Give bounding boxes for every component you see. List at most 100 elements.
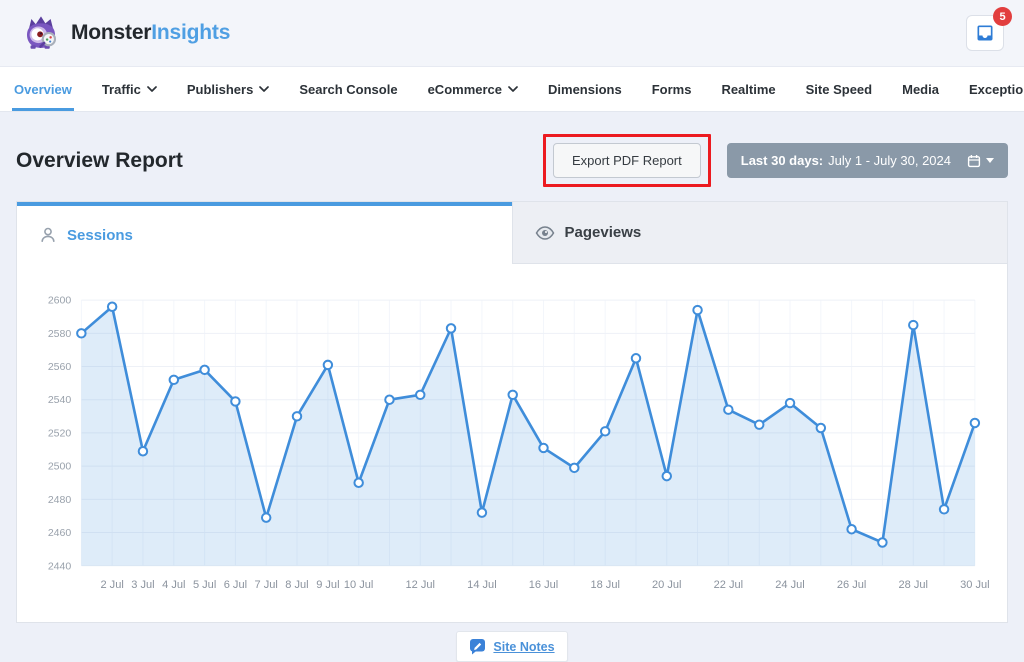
data-point-marker[interactable] [786,399,794,407]
overview-report-card: Sessions Pageviews 244024602480250025202… [16,201,1008,623]
data-point-marker[interactable] [478,508,486,516]
date-range-picker[interactable]: Last 30 days: July 1 - July 30, 2024 [727,143,1008,178]
y-axis-tick: 2540 [48,394,72,406]
x-axis-tick: 30 Jul [960,579,989,591]
data-point-marker[interactable] [909,321,917,329]
site-notes-row: Site Notes [16,631,1008,662]
x-axis-tick: 4 Jul [162,579,185,591]
nav-item-label: Publishers [187,82,253,97]
data-point-marker[interactable] [416,391,424,399]
chevron-down-icon [259,86,269,92]
data-point-marker[interactable] [385,396,393,404]
nav-item-forms[interactable]: Forms [652,67,692,111]
brand-monster: Monster [71,21,151,44]
nav-item-publishers[interactable]: Publishers [187,67,269,111]
data-point-marker[interactable] [693,306,701,314]
x-axis-tick: 22 Jul [714,579,743,591]
site-notes-label: Site Notes [493,640,554,654]
x-axis-tick: 20 Jul [652,579,681,591]
data-point-marker[interactable] [601,427,609,435]
data-point-marker[interactable] [108,303,116,311]
data-point-marker[interactable] [447,324,455,332]
data-point-marker[interactable] [817,424,825,432]
x-axis-tick: 5 Jul [193,579,216,591]
x-axis-tick: 9 Jul [316,579,339,591]
data-point-marker[interactable] [940,505,948,513]
data-point-marker[interactable] [632,354,640,362]
date-picker-controls [967,154,994,168]
data-point-marker[interactable] [354,479,362,487]
data-point-marker[interactable] [231,397,239,405]
nav-item-exceptions[interactable]: Exceptions [969,67,1024,111]
x-axis-tick: 12 Jul [406,579,435,591]
data-point-marker[interactable] [663,472,671,480]
data-point-marker[interactable] [77,329,85,337]
data-point-marker[interactable] [139,447,147,455]
nav-item-label: Forms [652,82,692,97]
data-point-marker[interactable] [293,412,301,420]
report-heading-row: Overview Report Export PDF Report Last 3… [16,134,1008,187]
x-axis-tick: 28 Jul [899,579,928,591]
main-nav: Overview Traffic Publishers Search Console e… [0,66,1024,112]
data-point-marker[interactable] [539,444,547,452]
chart-area-fill [81,307,975,566]
y-axis-tick: 2560 [48,361,72,373]
data-point-marker[interactable] [324,361,332,369]
page-title: Overview Report [16,149,183,173]
tab-sessions[interactable]: Sessions [17,202,512,264]
x-axis-tick: 8 Jul [285,579,308,591]
tab-pageviews[interactable]: Pageviews [512,202,1008,264]
data-point-marker[interactable] [570,464,578,472]
date-range-label: Last 30 days: [741,153,823,168]
notification-badge: 5 [993,7,1012,26]
metric-tabs: Sessions Pageviews [17,202,1007,264]
x-axis-tick: 18 Jul [590,579,619,591]
person-icon [39,226,57,244]
monsterinsights-logo [20,12,62,54]
x-axis-tick: 14 Jul [467,579,496,591]
pencil-note-icon [469,638,486,655]
site-notes-button[interactable]: Site Notes [456,631,567,662]
nav-item-label: Exceptions [969,82,1024,97]
y-axis-tick: 2520 [48,427,72,439]
inbox-icon [975,23,995,43]
chevron-down-icon [147,86,157,92]
eye-icon [535,226,555,240]
nav-item-ecommerce[interactable]: eCommerce [428,67,518,111]
app-header: MonsterInsights 5 [0,0,1024,66]
nav-item-site-speed[interactable]: Site Speed [806,67,872,111]
nav-item-overview[interactable]: Overview [14,67,72,111]
nav-item-label: Search Console [299,82,397,97]
nav-item-media[interactable]: Media [902,67,939,111]
data-point-marker[interactable] [170,376,178,384]
data-point-marker[interactable] [200,366,208,374]
x-axis-tick: 3 Jul [131,579,154,591]
y-axis-tick: 2500 [48,461,72,473]
nav-item-label: Traffic [102,82,141,97]
x-axis-tick: 2 Jul [100,579,123,591]
data-point-marker[interactable] [724,405,732,413]
data-point-marker[interactable] [508,391,516,399]
export-pdf-button[interactable]: Export PDF Report [553,143,701,178]
brand: MonsterInsights [20,12,230,54]
nav-item-label: Media [902,82,939,97]
chevron-down-icon [508,86,518,92]
x-axis-tick: 24 Jul [775,579,804,591]
notifications-button[interactable]: 5 [966,15,1004,51]
data-point-marker[interactable] [971,419,979,427]
sessions-line-chart[interactable]: 2440246024802500252025402560258026002 Ju… [27,282,993,616]
data-point-marker[interactable] [755,420,763,428]
x-axis-tick: 6 Jul [224,579,247,591]
nav-item-realtime[interactable]: Realtime [721,67,775,111]
brand-insights: Insights [151,21,230,44]
nav-item-dimensions[interactable]: Dimensions [548,67,622,111]
y-axis-tick: 2440 [48,560,72,572]
calendar-icon [967,154,981,168]
data-point-marker[interactable] [847,525,855,533]
nav-item-search-console[interactable]: Search Console [299,67,397,111]
data-point-marker[interactable] [878,538,886,546]
tab-label: Sessions [67,227,133,244]
nav-item-traffic[interactable]: Traffic [102,67,157,111]
data-point-marker[interactable] [262,513,270,521]
tab-label: Pageviews [565,224,642,241]
